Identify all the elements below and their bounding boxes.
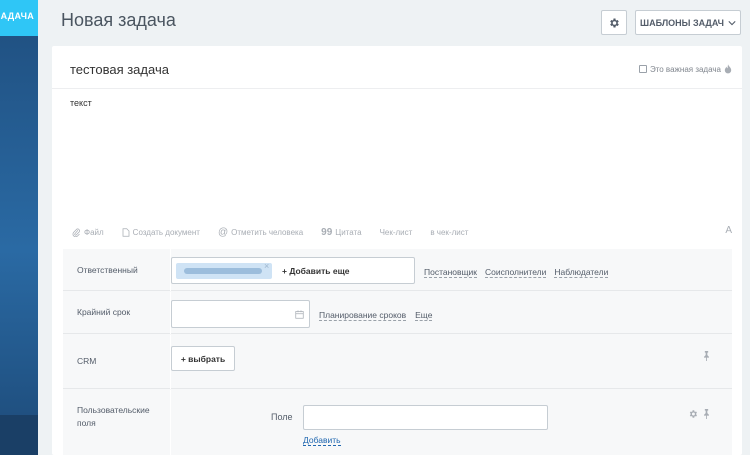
sidebar-active-label: ЗАДАЧА <box>0 11 34 21</box>
editor-toolbar: Файл Создать документ @ Отметить человек… <box>72 225 732 239</box>
at-sign-icon: @ <box>217 226 229 238</box>
gear-icon[interactable] <box>688 409 698 419</box>
responsible-label: Ответственный <box>77 265 138 275</box>
crm-select-button[interactable]: + выбрать <box>171 346 235 371</box>
important-task-toggle[interactable]: Это важная задача <box>638 64 732 74</box>
responsible-selector[interactable]: × + Добавить еще <box>171 257 415 284</box>
quote-label: Цитата <box>335 227 362 237</box>
title-divider <box>52 88 742 89</box>
deadline-row: Крайний срок Планирование сроков Еще <box>63 292 732 334</box>
sidebar-active-item[interactable]: ЗАДАЧА <box>0 0 38 36</box>
more-link[interactable]: Еще <box>415 310 433 321</box>
custom-field-input[interactable] <box>303 405 548 430</box>
crm-label: CRM <box>77 356 97 366</box>
paperclip-icon <box>72 228 80 237</box>
creator-link[interactable]: Постановщик <box>424 267 478 278</box>
attach-file-button[interactable]: Файл <box>72 228 104 237</box>
custom-field-label: Поле <box>271 412 293 422</box>
checklist-label: Чек-лист <box>379 227 413 237</box>
row-separator <box>170 390 171 455</box>
mention-person-button[interactable]: @ Отметить человека <box>218 227 303 238</box>
pin-icon[interactable] <box>703 351 710 361</box>
deadline-links: Планирование сроков Еще <box>319 310 433 321</box>
co-executors-link[interactable]: Соисполнители <box>485 267 547 278</box>
task-templates-button[interactable]: ШАБЛОНЫ ЗАДАЧ <box>635 10 741 35</box>
create-document-button[interactable]: Создать документ <box>122 228 200 237</box>
task-description-editor[interactable]: текст <box>70 98 92 108</box>
role-links: Постановщик Соисполнители Наблюдатели <box>424 267 609 278</box>
attach-file-label: Файл <box>84 227 104 237</box>
user-fields-row: Пользовательские поля Поле Добавить <box>63 390 732 455</box>
settings-button[interactable] <box>601 10 627 35</box>
calendar-icon[interactable] <box>295 310 304 319</box>
add-more-responsible-button[interactable]: + Добавить еще <box>282 266 349 276</box>
task-templates-label: ШАБЛОНЫ ЗАДАЧ <box>640 17 724 28</box>
crm-row: CRM + выбрать <box>63 335 732 389</box>
to-checklist-label: в чек-лист <box>430 227 469 237</box>
left-sidebar: ЗАДАЧА <box>0 0 38 455</box>
deadline-input[interactable] <box>171 300 310 328</box>
mention-person-label: Отметить человека <box>231 227 304 237</box>
sidebar-footer <box>0 415 38 455</box>
user-fields-label-line1: Пользовательские <box>77 405 150 415</box>
important-label: Это важная задача <box>649 64 721 74</box>
deadline-label: Крайний срок <box>77 307 131 317</box>
page-title: Новая задача <box>61 10 176 30</box>
quote-button[interactable]: 99 Цитата <box>321 227 361 238</box>
task-fields-panel: Ответственный × + Добавить еще Постановщ… <box>63 249 732 455</box>
task-title-input[interactable]: тестовая задача <box>70 62 169 77</box>
text-format-icon[interactable]: A <box>725 225 732 236</box>
time-planning-link[interactable]: Планирование сроков <box>319 310 407 321</box>
create-document-label: Создать документ <box>132 227 200 237</box>
close-icon[interactable]: × <box>264 261 269 271</box>
add-custom-field-link[interactable]: Добавить <box>303 435 341 446</box>
flame-icon <box>724 64 732 74</box>
important-checkbox[interactable] <box>638 65 647 73</box>
user-chip-blurred-name <box>184 268 262 274</box>
gear-icon <box>610 18 619 27</box>
chevron-down-icon <box>728 20 736 25</box>
pin-icon[interactable] <box>703 409 710 419</box>
to-checklist-button[interactable]: в чек-лист <box>430 228 468 237</box>
task-form-card: тестовая задача Это важная задача текст … <box>52 46 742 455</box>
observers-link[interactable]: Наблюдатели <box>554 267 609 278</box>
user-fields-label-line2: поля <box>77 418 96 428</box>
responsible-row: Ответственный × + Добавить еще Постановщ… <box>63 249 732 291</box>
document-icon <box>122 227 130 237</box>
checklist-button[interactable]: Чек-лист <box>380 228 413 237</box>
user-chip[interactable] <box>176 263 272 279</box>
quote-icon: 99 <box>321 226 333 238</box>
